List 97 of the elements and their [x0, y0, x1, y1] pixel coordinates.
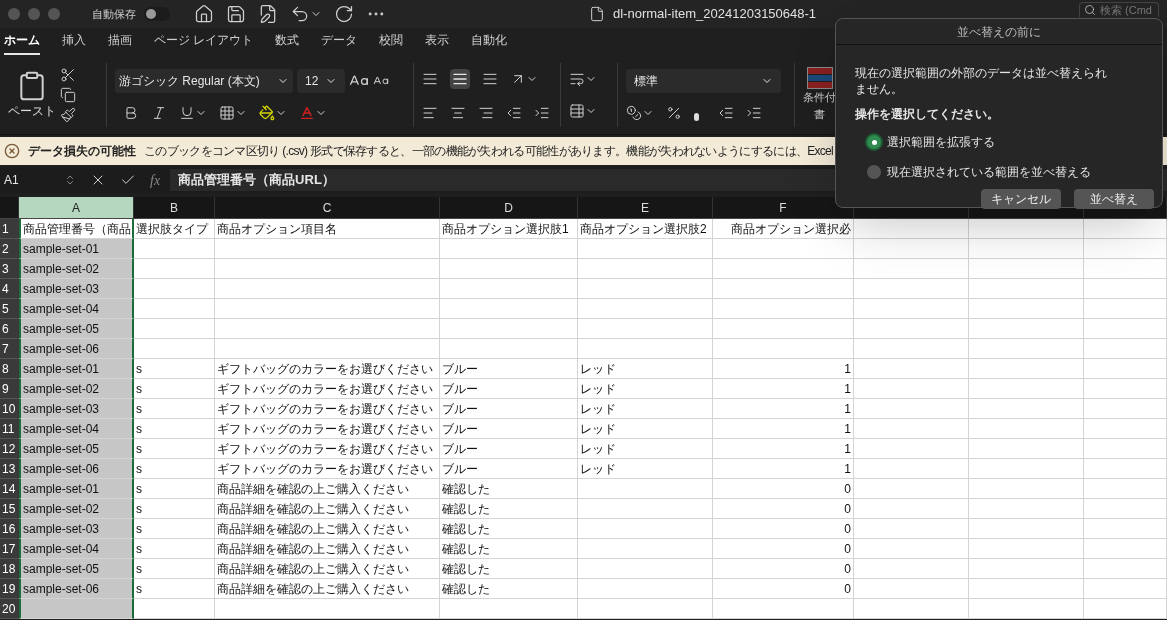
conditional-format-label[interactable]: 書	[814, 105, 825, 122]
ribbon-tab[interactable]: 挿入	[62, 31, 86, 55]
ribbon-tab[interactable]: 数式	[275, 31, 300, 55]
ribbon-tab[interactable]: ホーム	[4, 31, 40, 55]
radio-option[interactable]: 選択範囲を拡張する	[867, 133, 1143, 151]
dialog-message: 現在の選択範囲の外部のデータは並べ替えられません。	[855, 65, 1108, 97]
table-cell: sample-set-04	[19, 299, 134, 319]
undo-icon[interactable]	[290, 4, 310, 24]
row-header[interactable]: 9	[0, 379, 19, 399]
fill-color-icon[interactable]	[259, 104, 275, 121]
stepper-icon[interactable]	[64, 174, 76, 186]
dialog-prompt: 操作を選択してください。	[855, 106, 1000, 123]
conditional-format-label[interactable]: 条件付	[803, 89, 836, 106]
bold-icon[interactable]	[123, 104, 139, 121]
row-header[interactable]: 10	[0, 399, 19, 419]
row-header[interactable]: 4	[0, 279, 19, 299]
search-field[interactable]: 検索 (Cmd	[1079, 2, 1159, 17]
table-cell: sample-set-05	[19, 439, 134, 459]
save-icon[interactable]	[226, 4, 246, 24]
row-header[interactable]: 18	[0, 559, 19, 579]
ribbon-tab[interactable]: 自動化	[471, 31, 508, 55]
table-cell: sample-set-02	[19, 379, 134, 399]
warning-message: このブックをコンマ区切り (.csv) 形式で保存すると、一部の機能が失われる可能性があります。機能が失われないようにするには、Excel	[144, 143, 834, 160]
table-cell: sample-set-02	[19, 499, 134, 519]
dialog-button[interactable]: 並べ替え	[1074, 189, 1154, 209]
radio-button[interactable]	[867, 165, 881, 179]
font-color-icon[interactable]	[299, 104, 315, 121]
table-cell: sample-set-01	[19, 239, 134, 259]
warning-icon	[4, 143, 20, 159]
column-header[interactable]: E	[578, 197, 713, 218]
radio-button[interactable]	[867, 135, 881, 149]
table-cell: sample-set-05	[19, 319, 134, 339]
column-header[interactable]: A	[19, 197, 134, 218]
save-as-icon[interactable]	[258, 4, 278, 24]
brush-icon[interactable]	[60, 106, 76, 123]
warning-title: データ損失の可能性	[28, 143, 136, 160]
table-cell: sample-set-03	[19, 399, 134, 419]
row-header[interactable]: 17	[0, 539, 19, 559]
table-cell: sample-set-01	[19, 359, 134, 379]
home-icon[interactable]	[194, 4, 214, 24]
row-header[interactable]: 5	[0, 299, 19, 319]
merge-icon[interactable]	[569, 102, 585, 119]
column-header[interactable]: B	[134, 197, 215, 218]
autosave-toggle[interactable]	[144, 7, 170, 21]
align-middle-button[interactable]	[450, 68, 470, 89]
column-header[interactable]: D	[440, 197, 578, 218]
paste-label[interactable]: ペースト	[8, 101, 56, 120]
percent-icon[interactable]	[666, 104, 682, 121]
table-cell: sample-set-06	[19, 579, 134, 599]
row-header[interactable]: 8	[0, 359, 19, 379]
ribbon-tab[interactable]: 表示	[425, 31, 450, 55]
table-cell: sample-set-03	[19, 279, 134, 299]
scissors-icon[interactable]	[60, 66, 76, 83]
borders-icon[interactable]	[219, 104, 235, 121]
row-header[interactable]: 20	[0, 599, 19, 619]
italic-icon[interactable]	[151, 104, 167, 121]
name-box[interactable]: A1	[0, 167, 80, 193]
copy-icon[interactable]	[60, 86, 76, 103]
search-icon[interactable]	[1084, 4, 1096, 16]
dialog-button[interactable]: キャンセル	[981, 189, 1061, 209]
autosave-label: 自動保存	[92, 6, 136, 22]
row-header[interactable]: 15	[0, 499, 19, 519]
ribbon-tab[interactable]: 描画	[108, 31, 132, 55]
row-header[interactable]: 3	[0, 259, 19, 279]
redo-icon[interactable]	[334, 4, 354, 24]
font-size-dropdown[interactable]: 12	[297, 68, 345, 93]
table-cell: sample-set-03	[19, 519, 134, 539]
table-cell: sample-set-06	[19, 339, 134, 359]
ribbon-tab[interactable]: ページ レイアウト	[154, 31, 254, 55]
dialog-title: 並べ替えの前に	[957, 23, 1041, 41]
underline-icon[interactable]	[179, 104, 195, 121]
function-button[interactable]: fx	[150, 169, 161, 191]
conditional-format-icon[interactable]	[806, 67, 833, 89]
row-header[interactable]: 19	[0, 579, 19, 599]
row-header[interactable]: 1	[0, 219, 19, 239]
row-header[interactable]: 12	[0, 439, 19, 459]
document-icon[interactable]	[589, 6, 605, 22]
row-header[interactable]: 13	[0, 459, 19, 479]
row-header[interactable]: 11	[0, 419, 19, 439]
table-cell: sample-set-04	[19, 419, 134, 439]
row-header[interactable]: 16	[0, 519, 19, 539]
row-header[interactable]: 7	[0, 339, 19, 359]
table-cell: sample-set-04	[19, 539, 134, 559]
table-cell: sample-set-02	[19, 259, 134, 279]
ribbon-tab[interactable]: データ	[321, 31, 358, 55]
ribbon-tab[interactable]: 校閲	[379, 31, 404, 55]
table-cell: sample-set-05	[19, 559, 134, 579]
currency-icon[interactable]	[626, 104, 642, 121]
row-header[interactable]: 14	[0, 479, 19, 499]
row-header[interactable]: 6	[0, 319, 19, 339]
number-format-dropdown[interactable]: 標準	[626, 68, 781, 93]
row-header[interactable]: 2	[0, 239, 19, 259]
table-cell: sample-set-06	[19, 459, 134, 479]
font-name-dropdown[interactable]: 游ゴシック Regular (本文)	[115, 68, 293, 93]
table-cell: sample-set-01	[19, 479, 134, 499]
column-header[interactable]: C	[215, 197, 440, 218]
window-title: dl-normal-item_20241203150648-1	[613, 5, 817, 24]
